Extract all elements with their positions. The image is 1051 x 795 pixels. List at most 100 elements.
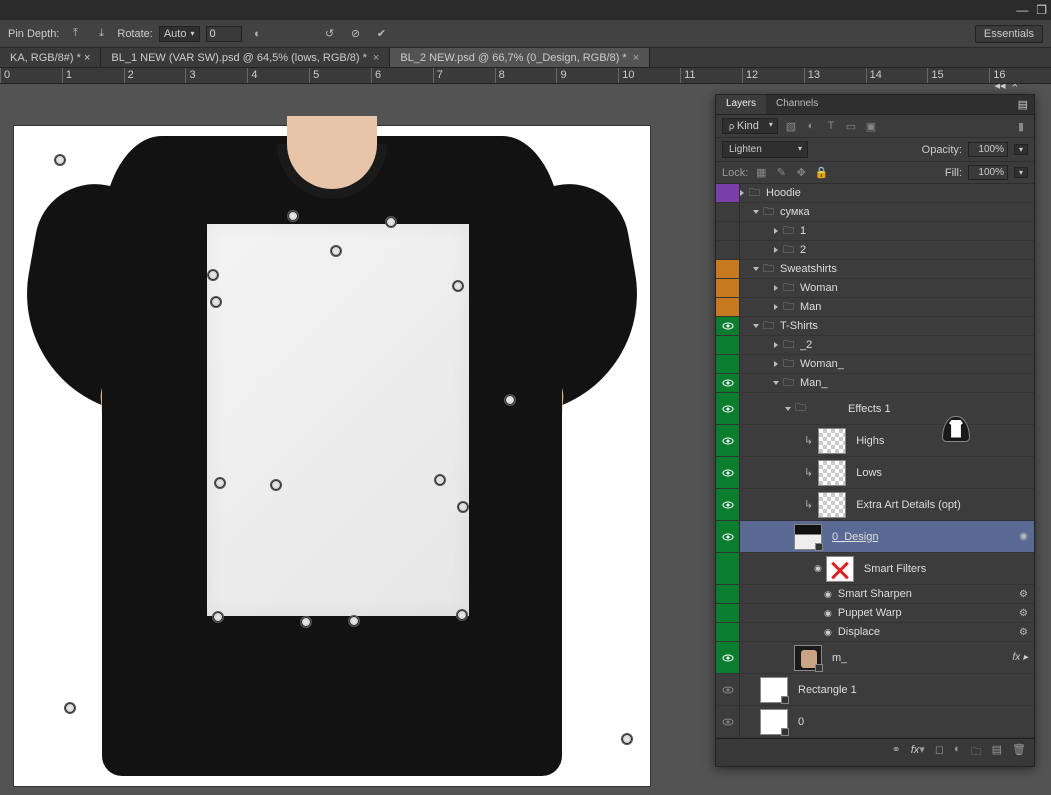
filter-toggle-icon[interactable]: ▮ <box>1014 120 1028 133</box>
layer-group-ts-man[interactable]: 🗀Man_ <box>716 374 1034 393</box>
visibility-toggle[interactable] <box>716 457 740 488</box>
pin-back-icon[interactable]: ⤓ <box>91 24 111 44</box>
puppet-pin[interactable] <box>456 609 468 621</box>
close-icon[interactable]: × <box>373 52 379 64</box>
window-maximize-icon[interactable]: ❐ <box>1036 3 1047 17</box>
puppet-pin[interactable] <box>212 611 224 623</box>
layer-highs[interactable]: ↳Highs <box>716 425 1034 457</box>
puppet-pin[interactable] <box>385 216 397 228</box>
visibility-toggle[interactable] <box>716 642 740 673</box>
visibility-toggle[interactable] <box>716 674 740 705</box>
cancel-warp-icon[interactable]: ⊘ <box>346 24 366 44</box>
layer-displace[interactable]: ◉Displace⚙ <box>716 623 1034 642</box>
visibility-toggle[interactable] <box>716 425 740 456</box>
lock-move-icon[interactable]: ✥ <box>794 166 808 179</box>
eye-icon[interactable]: ◉ <box>824 627 832 638</box>
puppet-pin[interactable] <box>452 280 464 292</box>
layer-group-bag[interactable]: 🗀сумка <box>716 203 1034 222</box>
filter-blend-icon[interactable]: ⚙ <box>1019 608 1028 619</box>
lock-pixels-icon[interactable]: ▦ <box>754 166 768 179</box>
commit-warp-icon[interactable]: ✔ <box>372 24 392 44</box>
visibility-toggle[interactable] <box>716 553 740 584</box>
layer-style-icon[interactable]: fx▾ <box>911 743 925 762</box>
visibility-toggle[interactable] <box>716 336 740 354</box>
layer-group-sweatshirts[interactable]: 🗀Sweatshirts <box>716 260 1034 279</box>
layer-thumbnail[interactable] <box>794 645 822 671</box>
rotate-value-input[interactable] <box>206 26 242 42</box>
layer-group-effects1[interactable]: 🗀Effects 1 <box>716 393 1034 425</box>
filter-type-icon[interactable]: T <box>824 120 838 132</box>
filter-blend-icon[interactable]: ⚙ <box>1019 627 1028 638</box>
eye-icon[interactable]: ◉ <box>824 608 832 619</box>
layer-group-ts-2[interactable]: 🗀_2 <box>716 336 1034 355</box>
doc-tab-1[interactable]: BL_1 NEW (VAR SW).psd @ 64,5% (lows, RGB… <box>101 48 390 67</box>
layer-group-sw-woman[interactable]: 🗀Woman <box>716 279 1034 298</box>
visibility-toggle[interactable] <box>716 298 740 316</box>
puppet-pin[interactable] <box>457 501 469 513</box>
layer-thumbnail[interactable] <box>760 709 788 735</box>
tab-channels[interactable]: Channels <box>766 95 828 114</box>
layer-thumbnail[interactable] <box>818 460 846 486</box>
puppet-pin[interactable] <box>214 477 226 489</box>
puppet-pin[interactable] <box>64 702 76 714</box>
fx-badge[interactable]: fx ▸ <box>1012 652 1028 663</box>
visibility-toggle[interactable] <box>716 585 740 603</box>
visibility-toggle[interactable] <box>716 489 740 520</box>
visibility-toggle[interactable] <box>716 706 740 737</box>
adjustment-layer-icon[interactable]: ◐ <box>954 743 961 762</box>
doc-tab-2[interactable]: BL_2 NEW.psd @ 66,7% (0_Design, RGB/8) *… <box>390 48 650 67</box>
fill-input[interactable] <box>968 165 1008 180</box>
layer-smart-filters[interactable]: ◉Smart Filters <box>716 553 1034 585</box>
layer-thumbnail[interactable] <box>818 428 846 454</box>
collapse-panel-icon[interactable]: ◂◂ <box>995 84 1006 92</box>
puppet-pin[interactable] <box>210 296 222 308</box>
delete-layer-icon[interactable]: 🗑 <box>1012 743 1026 762</box>
link-layers-icon[interactable]: ⚭ <box>892 743 901 762</box>
layer-extra[interactable]: ↳Extra Art Details (opt) <box>716 489 1034 521</box>
layer-group-tshirts[interactable]: 🗀T-Shirts <box>716 317 1034 336</box>
visibility-toggle[interactable] <box>716 222 740 240</box>
filter-smart-icon[interactable]: ▣ <box>864 120 878 133</box>
puppet-pin[interactable] <box>300 616 312 628</box>
puppet-pin[interactable] <box>270 479 282 491</box>
visibility-toggle[interactable] <box>716 279 740 297</box>
new-layer-icon[interactable]: ▤ <box>992 743 1002 762</box>
fill-stepper-icon[interactable]: ▾ <box>1014 167 1028 178</box>
close-icon[interactable]: × <box>633 52 639 64</box>
mask-thumbnail[interactable] <box>942 416 970 442</box>
lock-position-icon[interactable]: ✎ <box>774 166 788 179</box>
panel-menu-icon[interactable]: ▤ <box>1018 98 1028 111</box>
doc-tab-0[interactable]: KA, RGB/8#) * × <box>0 48 101 67</box>
filter-pixel-icon[interactable]: ▧ <box>784 120 798 133</box>
filter-mask-thumbnail[interactable] <box>826 556 854 582</box>
puppet-pin[interactable] <box>54 154 66 166</box>
filter-kind-dropdown[interactable]: ρ Kind <box>722 118 778 134</box>
layer-mask-icon[interactable]: ◻ <box>935 743 944 762</box>
layer-group-hoodie[interactable]: 🗀Hoodie <box>716 184 1034 203</box>
layer-thumbnail[interactable] <box>794 524 822 550</box>
layer-puppet-warp[interactable]: ◉Puppet Warp⚙ <box>716 604 1034 623</box>
opacity-stepper-icon[interactable]: ▾ <box>1014 144 1028 155</box>
close-panel-icon[interactable]: × <box>1012 84 1018 92</box>
layer-thumbnail[interactable] <box>818 492 846 518</box>
layer-group-bag-1[interactable]: 🗀1 <box>716 222 1034 241</box>
design-placeholder[interactable] <box>207 224 469 616</box>
pin-forward-icon[interactable]: ⤒ <box>65 24 85 44</box>
blend-mode-dropdown[interactable]: Lighten <box>722 141 808 158</box>
opacity-input[interactable] <box>968 142 1008 157</box>
layer-group-bag-2[interactable]: 🗀2 <box>716 241 1034 260</box>
new-group-icon[interactable]: 🗀 <box>971 743 982 762</box>
lock-all-icon[interactable]: 🔒 <box>814 166 828 179</box>
layer-group-ts-woman[interactable]: 🗀Woman_ <box>716 355 1034 374</box>
puppet-pin[interactable] <box>434 474 446 486</box>
puppet-pin[interactable] <box>287 210 299 222</box>
filter-visibility-icon[interactable]: ◉ <box>1019 531 1028 542</box>
layer-0-design[interactable]: 0_Design◉ <box>716 521 1034 553</box>
visibility-toggle[interactable] <box>716 604 740 622</box>
eye-icon[interactable]: ◉ <box>814 563 822 574</box>
layer-smart-sharpen[interactable]: ◉Smart Sharpen⚙ <box>716 585 1034 604</box>
window-minimize-icon[interactable]: — <box>1016 3 1028 17</box>
document-canvas[interactable] <box>14 126 650 786</box>
horizontal-ruler[interactable]: 012345678910111213141516 <box>0 68 1051 84</box>
layer-tree[interactable]: 🗀Hoodie 🗀сумка 🗀1 🗀2 🗀Sweatshirts 🗀Woman… <box>716 184 1034 738</box>
